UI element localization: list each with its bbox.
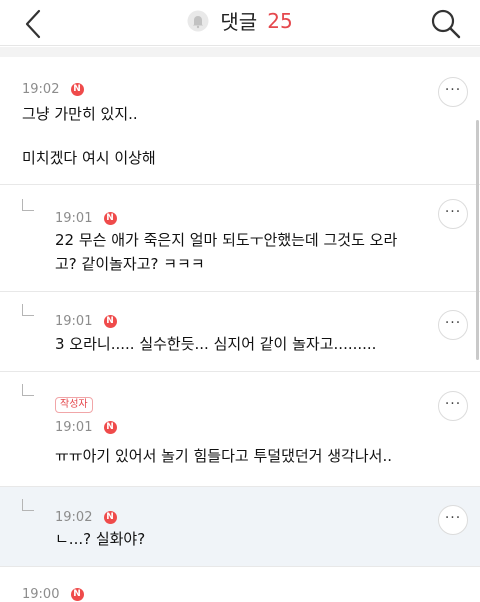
new-badge: N [70,83,84,96]
reply-arrow-icon [22,499,34,511]
more-icon: ··· [444,315,462,331]
more-options-button[interactable]: ··· [438,391,468,421]
more-options-button[interactable]: ··· [438,505,468,535]
comment-text-line: 미치겠다 여시 이상해 [22,149,156,167]
top-bar: 댓글 25 [0,0,480,46]
comment-meta: 19:01 N [55,417,117,435]
reply-item: 19:01 N 22 무슨 애가 죽은지 얼마 되도ㅜ안했는데 그것도 오라 고… [0,185,480,292]
more-icon: ··· [444,510,462,526]
comment-time: 19:01 [55,211,93,226]
comment-count: 25 [267,8,293,33]
comment-time: 19:00 [22,587,60,602]
comment-text-line: ㅠㅠ아기 있어서 놀기 힘들다고 투덜댔던거 생각나서.. [55,447,392,465]
comment-text-line: 22 무슨 애가 죽은지 얼마 되도ㅜ안했는데 그것도 오라 [55,231,398,249]
comment-meta: 19:01 N [55,311,117,329]
comment-time: 19:02 [55,510,93,525]
comment-text-line: 3 오라니..... 실수한듯... 심지어 같이 놀자고......... [55,335,377,353]
reply-arrow-icon [22,384,34,396]
reply-item: 작성자 19:01 N ㅠㅠ아기 있어서 놀기 힘들다고 투덜댔던거 생각나서.… [0,372,480,487]
new-badge: N [103,511,117,524]
more-icon: ··· [444,204,462,220]
comment-list: 19:02 N 그냥 가만히 있지.. 미치겠다 여시 이상해 ··· 19:0… [0,57,480,602]
section-divider [0,47,480,57]
more-options-button[interactable]: ··· [438,310,468,340]
new-badge: N [103,421,117,434]
comment-meta: 19:02 N [22,79,84,97]
more-icon: ··· [444,82,462,98]
new-badge: N [103,315,117,328]
header-title-group: 댓글 25 [0,6,480,36]
more-options-button[interactable]: ··· [438,77,468,107]
search-icon [431,9,461,39]
comment-meta: 19:02 N [55,507,117,525]
author-badge: 작성자 [55,397,93,413]
comment-item: 19:02 N 그냥 가만히 있지.. 미치겠다 여시 이상해 ··· [0,57,480,185]
new-badge: N [103,212,117,225]
comment-item: 19:00 N [0,567,480,602]
reply-arrow-icon [22,199,34,211]
more-options-button[interactable]: ··· [438,199,468,229]
comment-text-line: ㄴ...? 실화야? [55,530,146,548]
comment-time: 19:01 [55,314,93,329]
bell-icon[interactable] [187,10,209,32]
scrollbar[interactable] [476,120,479,360]
comment-text-line: 고? 같이놀자고? ㅋㅋㅋ [55,255,205,273]
reply-arrow-icon [22,304,34,316]
page-title: 댓글 [220,10,258,34]
more-icon: ··· [444,396,462,412]
comment-time: 19:02 [22,82,60,97]
comment-text-line: 그냥 가만히 있지.. [22,105,138,123]
comment-time: 19:01 [55,420,93,435]
reply-item: 19:02 N ㄴ...? 실화야? ··· [0,487,480,567]
comment-meta: 19:01 N [55,208,117,226]
new-badge: N [70,588,84,601]
search-button[interactable] [426,4,466,44]
comment-meta: 19:00 N [22,584,84,602]
reply-item: 19:01 N 3 오라니..... 실수한듯... 심지어 같이 놀자고...… [0,292,480,372]
